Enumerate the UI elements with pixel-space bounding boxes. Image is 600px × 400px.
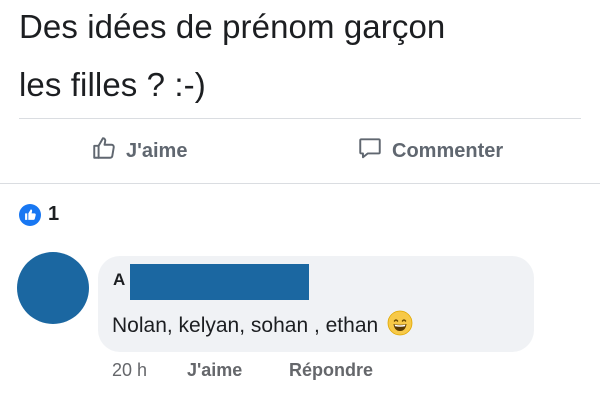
- comment-button[interactable]: Commenter: [357, 132, 503, 170]
- divider-bottom: [0, 183, 600, 184]
- post-text-line-1: Des idées de prénom garçon: [19, 8, 446, 45]
- like-reaction-icon: [19, 203, 41, 226]
- comment-reply-link[interactable]: Répondre: [289, 360, 373, 381]
- speech-bubble-icon: [357, 135, 392, 167]
- like-button-label: J'aime: [126, 139, 188, 162]
- comment-text-body: Nolan, kelyan, sohan , ethan: [112, 314, 379, 337]
- reaction-count: 1: [48, 203, 60, 225]
- comment-text: Nolan, kelyan, sohan , ethan: [112, 310, 413, 342]
- comment-author-name[interactable]: A: [113, 270, 125, 290]
- post-text-line-2: les filles ? :-): [19, 66, 206, 103]
- author-name-redaction: [130, 264, 309, 300]
- grinning-face-emoji-icon: [387, 310, 413, 342]
- reaction-summary[interactable]: 1: [19, 203, 59, 226]
- comment-timestamp: 20 h: [112, 360, 148, 380]
- comment-button-label: Commenter: [392, 139, 504, 162]
- comment-bubble: A Nolan, kelyan, sohan , ethan: [98, 256, 534, 352]
- facebook-post-view: Des idées de prénom garçon les filles ? …: [0, 0, 600, 400]
- comment-like-link[interactable]: J'aime: [187, 360, 242, 381]
- thumbs-up-icon: [91, 135, 126, 167]
- post-body: Des idées de prénom garçon les filles ? …: [19, 0, 589, 114]
- commenter-avatar[interactable]: [17, 252, 89, 324]
- like-button[interactable]: J'aime: [91, 132, 187, 170]
- divider-top: [19, 118, 581, 119]
